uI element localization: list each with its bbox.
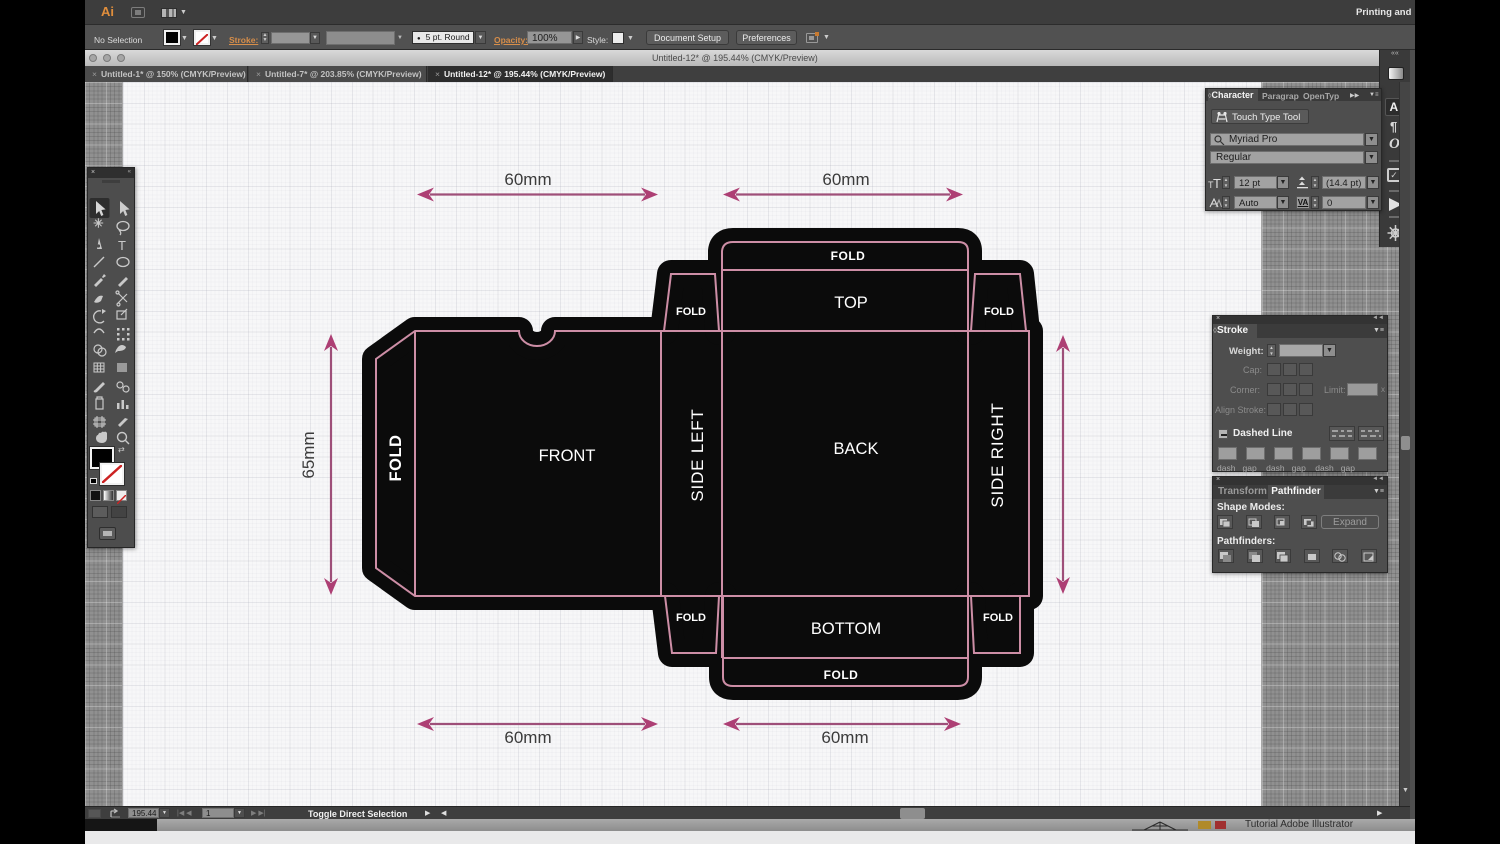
svg-text:BACK: BACK	[834, 440, 879, 458]
svg-text:FOLD: FOLD	[984, 306, 1014, 318]
svg-text:BOTTOM: BOTTOM	[811, 620, 881, 638]
svg-text:60mm: 60mm	[822, 170, 869, 189]
svg-text:SIDE LEFT: SIDE LEFT	[688, 408, 707, 501]
svg-text:60mm: 60mm	[504, 728, 551, 747]
svg-text:FOLD: FOLD	[824, 668, 859, 682]
svg-text:FRONT: FRONT	[539, 447, 596, 465]
svg-text:FOLD: FOLD	[387, 435, 405, 482]
svg-text:FOLD: FOLD	[983, 612, 1013, 624]
svg-text:T: T	[118, 238, 126, 253]
svg-text:FOLD: FOLD	[831, 249, 866, 263]
svg-text:FOLD: FOLD	[676, 612, 706, 624]
svg-text:60mm: 60mm	[504, 170, 551, 189]
svg-text:65mm: 65mm	[299, 431, 318, 478]
svg-text:SIDE RIGHT: SIDE RIGHT	[988, 402, 1007, 507]
svg-text:FOLD: FOLD	[676, 306, 706, 318]
svg-text:60mm: 60mm	[821, 728, 868, 747]
svg-text:TOP: TOP	[834, 294, 868, 312]
svg-text:T: T	[1213, 177, 1221, 189]
